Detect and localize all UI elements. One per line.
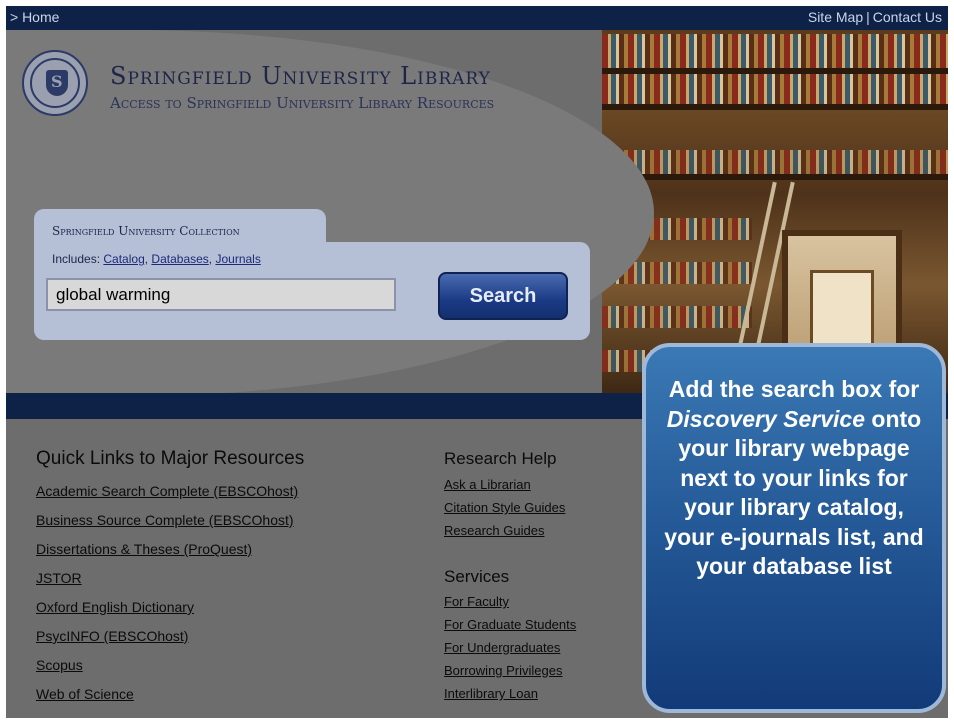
research-guides-link[interactable]: Research Guides bbox=[444, 523, 565, 546]
interlibrary-loan-link[interactable]: Interlibrary Loan bbox=[444, 686, 576, 709]
journals-link[interactable]: Journals bbox=[215, 252, 260, 266]
callout-emphasis: Discovery Service bbox=[666, 405, 865, 432]
university-seal-logo bbox=[22, 50, 88, 116]
resource-link-scopus[interactable]: Scopus bbox=[36, 657, 298, 686]
for-graduate-students-link[interactable]: For Graduate Students bbox=[444, 617, 576, 640]
library-subtitle: Access to Springfield University Library… bbox=[110, 94, 495, 112]
research-help-heading: Research Help bbox=[444, 449, 557, 468]
search-input[interactable] bbox=[46, 278, 396, 311]
contact-us-link[interactable]: Contact Us bbox=[873, 9, 942, 25]
includes-label: Includes: bbox=[52, 252, 101, 266]
quick-links-list: Academic Search Complete (EBSCOhost) Bus… bbox=[36, 483, 298, 715]
research-help-list: Ask a Librarian Citation Style Guides Re… bbox=[444, 477, 565, 546]
includes-line: Includes: Catalog, Databases, Journals bbox=[52, 252, 261, 266]
databases-link[interactable]: Databases bbox=[151, 252, 208, 266]
collection-title: Springfield University Collection bbox=[52, 224, 240, 238]
services-heading: Services bbox=[444, 567, 510, 586]
resource-link-dissertations[interactable]: Dissertations & Theses (ProQuest) bbox=[36, 541, 298, 570]
resource-link-web-of-science[interactable]: Web of Science bbox=[36, 686, 298, 715]
ask-librarian-link[interactable]: Ask a Librarian bbox=[444, 477, 565, 500]
for-faculty-link[interactable]: For Faculty bbox=[444, 594, 576, 617]
citation-guides-link[interactable]: Citation Style Guides bbox=[444, 500, 565, 523]
home-link[interactable]: > Home bbox=[10, 9, 59, 25]
resource-link-business-source[interactable]: Business Source Complete (EBSCOhost) bbox=[36, 512, 298, 541]
search-button[interactable]: Search bbox=[438, 272, 568, 320]
callout-box: Add the search box for Discovery Service… bbox=[642, 343, 946, 713]
resource-link-oed[interactable]: Oxford English Dictionary bbox=[36, 599, 298, 628]
link-separator: | bbox=[866, 9, 870, 25]
catalog-link[interactable]: Catalog bbox=[103, 252, 144, 266]
services-list: For Faculty For Graduate Students For Un… bbox=[444, 594, 576, 709]
resource-link-psycinfo[interactable]: PsycINFO (EBSCOhost) bbox=[36, 628, 298, 657]
library-title: Springfield University Library bbox=[110, 62, 491, 90]
quick-links-heading: Quick Links to Major Resources bbox=[36, 448, 305, 469]
utility-links: Site Map | Contact Us bbox=[808, 9, 942, 25]
page-frame: > Home Site Map|Contact Us Springfield U… bbox=[6, 6, 948, 718]
for-undergraduates-link[interactable]: For Undergraduates bbox=[444, 640, 576, 663]
callout-text-start: Add the search box for bbox=[668, 376, 920, 402]
resource-link-academic-search[interactable]: Academic Search Complete (EBSCOhost) bbox=[36, 483, 298, 512]
site-map-link[interactable]: Site Map bbox=[808, 9, 863, 25]
top-navigation-bar: > Home Site Map | Contact Us bbox=[6, 6, 948, 30]
resource-link-jstor[interactable]: JSTOR bbox=[36, 570, 298, 599]
borrowing-privileges-link[interactable]: Borrowing Privileges bbox=[444, 663, 576, 686]
